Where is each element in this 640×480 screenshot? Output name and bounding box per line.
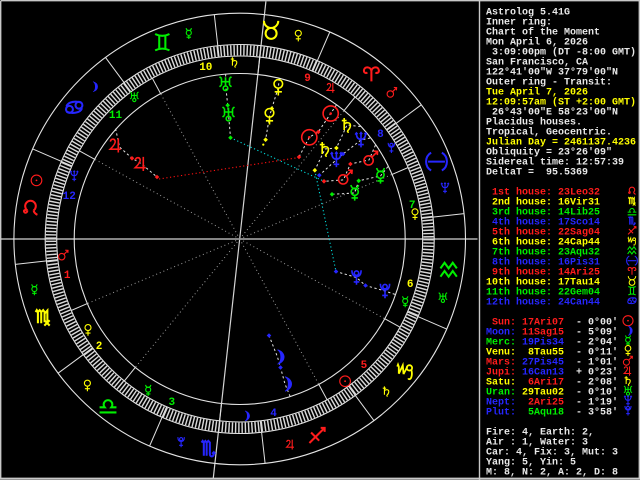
- svg-text:4: 4: [270, 408, 277, 420]
- svg-text:8: 8: [377, 129, 384, 141]
- svg-text:9: 9: [304, 73, 311, 85]
- svg-text:5Aqu18: 5Aqu18: [516, 407, 564, 418]
- svg-text:1: 1: [64, 270, 71, 282]
- svg-text:12: 12: [63, 191, 76, 203]
- svg-text:M: 8, N: 2, A: 2, D: 8: M: 8, N: 2, A: 2, D: 8: [486, 467, 618, 478]
- svg-text:Plut:: Plut:: [486, 406, 516, 418]
- svg-text:6: 6: [407, 279, 414, 291]
- svg-text:5: 5: [361, 360, 368, 372]
- svg-text:- 3°58': - 3°58': [570, 406, 618, 418]
- svg-text:12th house: 24Can44: 12th house: 24Can44: [486, 296, 600, 308]
- svg-text:2: 2: [96, 341, 103, 353]
- svg-text:10: 10: [199, 62, 212, 74]
- svg-text:11: 11: [109, 110, 123, 122]
- svg-text:3: 3: [168, 397, 175, 409]
- svg-text:DeltaT = 95.5369: DeltaT = 95.5369: [486, 166, 588, 178]
